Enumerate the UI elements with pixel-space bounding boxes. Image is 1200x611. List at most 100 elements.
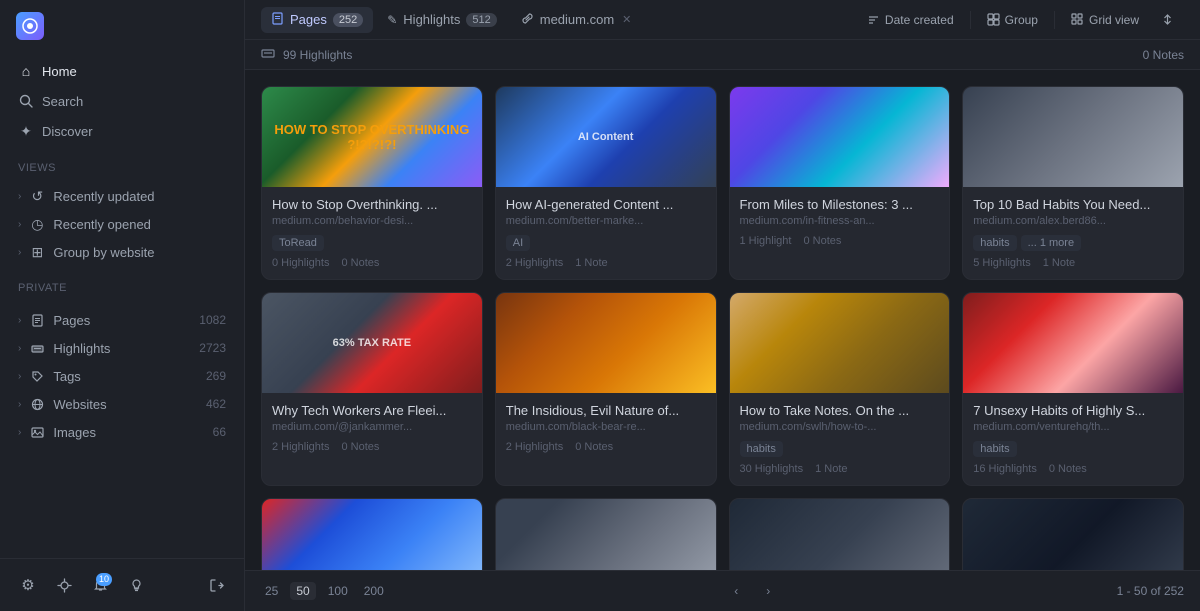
card-url: medium.com/in-fitness-an... (740, 215, 940, 227)
prev-page-button[interactable]: ‹ (724, 579, 748, 603)
card-6[interactable]: The Insidious, Evil Nature of... medium.… (495, 292, 717, 486)
card-notes: 0 Notes (803, 235, 841, 247)
pages-icon (29, 312, 45, 328)
theme-button[interactable] (48, 569, 80, 601)
page-size-200[interactable]: 200 (360, 582, 388, 600)
search-icon (18, 93, 34, 109)
card-12[interactable]: Why can I no longer sit with... medium.c… (962, 498, 1184, 570)
card-2[interactable]: AI Content How AI-generated Content ... … (495, 86, 717, 280)
sidebar-footer: ⚙ 10 (0, 558, 244, 611)
logout-button[interactable] (200, 569, 232, 601)
card-7[interactable]: How to Take Notes. On the ... medium.com… (729, 292, 951, 486)
sidebar-item-discover[interactable]: ✦ Discover (8, 116, 236, 146)
card-body: How to Stop Overthinking. ... medium.com… (262, 187, 482, 279)
chevron-icon-2: › (18, 219, 21, 230)
bottom-bar: 25 50 100 200 ‹ › 1 - 50 of 252 (245, 570, 1200, 611)
tab-highlights[interactable]: ✎ Highlights 512 (377, 7, 507, 32)
card-tag: habits (973, 235, 1016, 251)
page-size-50[interactable]: 50 (290, 582, 315, 600)
recently-updated-label: Recently updated (53, 189, 154, 204)
sidebar-item-recently-updated[interactable]: › ↺ Recently updated (8, 182, 236, 210)
tab-medium[interactable]: medium.com ✕ (511, 7, 642, 33)
sidebar-item-search[interactable]: Search (8, 86, 236, 116)
next-page-button[interactable]: › (756, 579, 780, 603)
page-size-100[interactable]: 100 (324, 582, 352, 600)
link-tab-icon (521, 12, 534, 28)
bulb-button[interactable] (120, 569, 152, 601)
sidebar-item-home[interactable]: ⌂ Home (8, 56, 236, 86)
card-3[interactable]: From Miles to Milestones: 3 ... medium.c… (729, 86, 951, 280)
page-navigation: ‹ › (724, 579, 780, 603)
settings-button[interactable]: ⚙ (12, 569, 44, 601)
card-stats: 2 Highlights 1 Note (506, 257, 706, 269)
tab-pages[interactable]: Pages 252 (261, 7, 373, 33)
card-url: medium.com/swlh/how-to-... (740, 421, 940, 433)
websites-label: Websites (53, 397, 106, 412)
card-body: How to Take Notes. On the ... medium.com… (730, 393, 950, 485)
card-thumbnail: HOW TO STOP OVERTHINKING ?!?!?!?! (262, 87, 482, 187)
card-thumbnail (730, 87, 950, 187)
sidebar-item-pages[interactable]: › Pages 1082 (8, 306, 236, 334)
card-tags: habits (740, 441, 940, 457)
grid-view-button[interactable]: Grid view (1061, 8, 1149, 32)
content-area: HOW TO STOP OVERTHINKING ?!?!?!?! How to… (245, 70, 1200, 570)
card-body: Why Tech Workers Are Fleei... medium.com… (262, 393, 482, 463)
tags-icon (29, 368, 45, 384)
card-thumbnail (730, 499, 950, 570)
card-11[interactable]: 0 Psychology Books to Und... medium.com/… (729, 498, 951, 570)
card-url: medium.com/alex.berd86... (973, 215, 1173, 227)
card-tags: AI (506, 235, 706, 251)
main-nav: ⌂ Home Search ✦ Discover (0, 52, 244, 150)
card-title: Top 10 Bad Habits You Need... (973, 197, 1173, 212)
notifications-button[interactable]: 10 (84, 569, 116, 601)
highlights-tab-icon: ✎ (387, 13, 397, 27)
card-tag: habits (973, 441, 1016, 457)
sidebar-item-tags[interactable]: › Tags 269 (8, 362, 236, 390)
card-thumbnail (496, 293, 716, 393)
card-thumbnail: 63% TAX RATE (262, 293, 482, 393)
home-icon: ⌂ (18, 63, 34, 79)
card-url: medium.com/black-bear-re... (506, 421, 706, 433)
card-notes: 0 Notes (341, 257, 379, 269)
highlights-chevron: › (18, 343, 21, 354)
card-highlights: 2 Highlights (506, 257, 563, 269)
tab-highlights-label: Highlights (403, 12, 460, 27)
card-tag: AI (506, 235, 530, 251)
card-9[interactable]: Google Wants to Get Rid of... medium.com… (261, 498, 483, 570)
topbar-divider-1 (970, 11, 971, 29)
sidebar-item-highlights[interactable]: › Highlights 2723 (8, 334, 236, 362)
card-title: 7 Unsexy Habits of Highly S... (973, 403, 1173, 418)
sidebar-item-recently-opened[interactable]: › ◷ Recently opened (8, 210, 236, 238)
card-1[interactable]: HOW TO STOP OVERTHINKING ?!?!?!?! How to… (261, 86, 483, 280)
topbar: Pages 252 ✎ Highlights 512 medium.com ✕ (245, 0, 1200, 40)
card-stats: 1 Highlight 0 Notes (740, 235, 940, 247)
pages-tab-icon (271, 12, 284, 28)
images-count: 66 (213, 425, 226, 439)
page-size-25[interactable]: 25 (261, 582, 282, 600)
card-4[interactable]: Top 10 Bad Habits You Need... medium.com… (962, 86, 1184, 280)
card-10[interactable]: How Older Generation Does... medium.com/… (495, 498, 717, 570)
views-nav: › ↺ Recently updated › ◷ Recently opened… (0, 178, 244, 270)
date-created-button[interactable]: Date created (857, 8, 964, 32)
card-tags: habits (973, 441, 1173, 457)
sidebar-item-images[interactable]: › Images 66 (8, 418, 236, 446)
sidebar-item-group-by-website[interactable]: › ⊞ Group by website (8, 238, 236, 266)
card-thumbnail (496, 499, 716, 570)
card-url: medium.com/behavior-desi... (272, 215, 472, 227)
card-tag: ... 1 more (1021, 235, 1081, 251)
sort-button[interactable] (1151, 8, 1184, 31)
card-url: medium.com/venturehq/th... (973, 421, 1173, 433)
chevron-icon-3: › (18, 247, 21, 258)
card-5[interactable]: 63% TAX RATE Why Tech Workers Are Fleei.… (261, 292, 483, 486)
card-title: How to Stop Overthinking. ... (272, 197, 472, 212)
card-body: Top 10 Bad Habits You Need... medium.com… (963, 187, 1183, 279)
tab-medium-close[interactable]: ✕ (622, 13, 631, 26)
websites-icon (29, 396, 45, 412)
card-8[interactable]: 7 Unsexy Habits of Highly S... medium.co… (962, 292, 1184, 486)
page-range: 1 - 50 of 252 (1117, 584, 1184, 598)
group-button[interactable]: Group (977, 8, 1048, 32)
thumb-overlay-text: AI Content (496, 87, 716, 187)
card-notes: 1 Note (575, 257, 607, 269)
card-stats: 30 Highlights 1 Note (740, 463, 940, 475)
sidebar-item-websites[interactable]: › Websites 462 (8, 390, 236, 418)
